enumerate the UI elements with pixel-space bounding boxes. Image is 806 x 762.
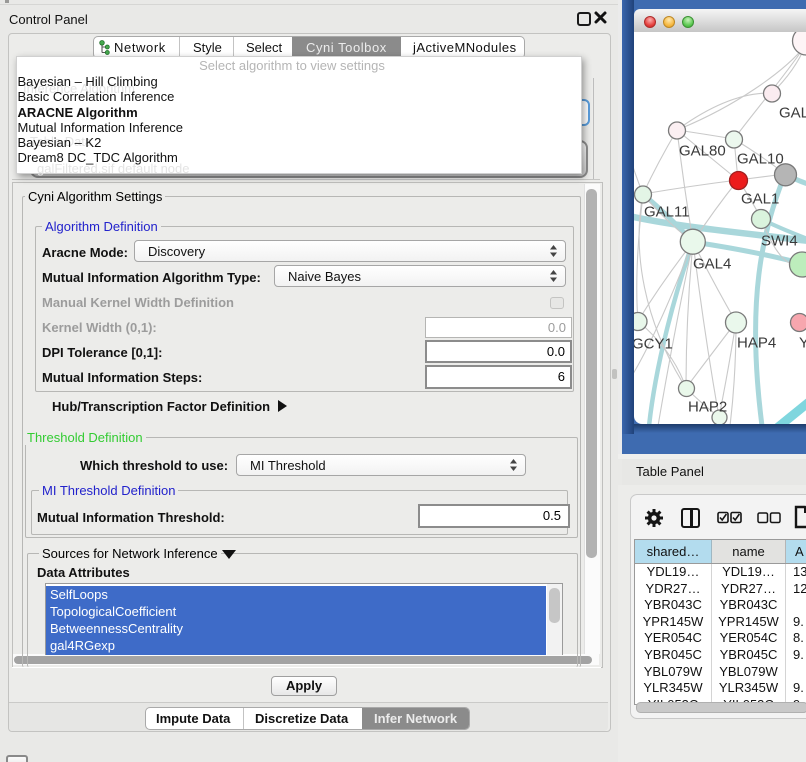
svg-text:HAP2: HAP2 xyxy=(688,399,727,416)
svg-text:SWI4: SWI4 xyxy=(761,233,798,250)
svg-text:YJ: YJ xyxy=(799,335,806,352)
svg-text:GAL2: GAL2 xyxy=(779,105,806,122)
svg-text:GAL80: GAL80 xyxy=(679,143,726,160)
svg-text:GAL1: GAL1 xyxy=(741,191,779,208)
svg-text:GAL11: GAL11 xyxy=(644,204,690,221)
svg-text:HAP4: HAP4 xyxy=(737,335,776,352)
svg-text:GAL4: GAL4 xyxy=(693,256,731,273)
svg-text:GAL10: GAL10 xyxy=(737,151,784,168)
svg-text:GCY1: GCY1 xyxy=(634,336,673,353)
